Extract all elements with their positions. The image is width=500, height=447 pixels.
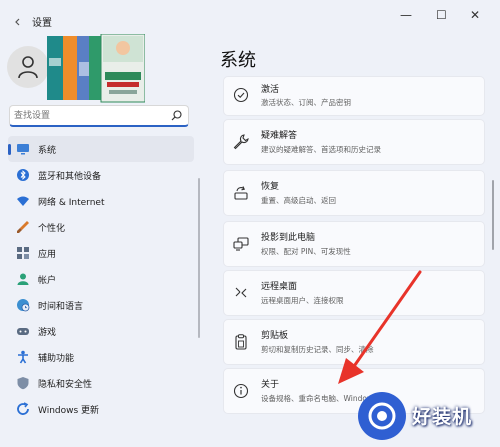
recovery-icon [234,186,248,200]
brush-icon [17,221,29,233]
watermark-logo-icon [358,392,406,440]
card-description: 激活状态、订阅、产品密钥 [261,98,351,107]
books-image [47,34,145,103]
sidebar-item-label: 帐户 [38,276,57,286]
back-icon[interactable] [14,18,22,26]
clipboard-icon [235,334,247,350]
sidebar-item-privacy[interactable]: 隐私和安全性 [8,370,194,396]
apps-icon [17,247,29,259]
sidebar-item-label: 应用 [38,250,57,260]
sidebar-item-accounts[interactable]: 帐户 [8,266,194,292]
card-description: 权限、配对 PIN、可发现性 [261,247,351,256]
sidebar-item-label: Windows 更新 [38,406,100,416]
sidebar-item-label: 个性化 [38,224,66,234]
card-title: 投影到此电脑 [261,233,316,243]
card-title: 剪贴板 [261,331,289,341]
search-input[interactable] [14,108,164,124]
watermark-text: 好装机 [412,406,473,428]
person-icon [17,273,29,285]
wrench-icon [233,134,249,150]
update-icon [17,402,29,415]
sidebar-item-label: 网络 & Internet [38,198,105,208]
shield-icon [17,377,29,390]
close-button[interactable]: ✕ [470,8,480,22]
sidebar-item-bluetooth[interactable]: 蓝牙和其他设备 [8,162,194,188]
sidebar-scrollbar[interactable] [198,178,200,338]
minimize-button[interactable]: — [400,8,412,22]
setting-card-troubleshoot[interactable]: 疑难解答 建议的疑难解答、首选项和历史记录 [223,119,485,165]
sidebar-item-label: 系统 [38,146,57,156]
sidebar-item-label: 游戏 [38,328,57,338]
sidebar-item-label: 蓝牙和其他设备 [38,172,102,182]
sidebar-item-time-language[interactable]: 时间和语言 [8,292,194,318]
projection-icon [233,237,249,251]
annotation-arrow [338,270,422,384]
setting-card-activation[interactable]: 激活 激活状态、订阅、产品密钥 [223,76,485,116]
avatar[interactable] [7,46,49,88]
remote-desktop-icon [235,287,247,298]
accessibility-icon [18,350,28,364]
sidebar-item-gaming[interactable]: 游戏 [8,318,194,344]
card-title: 远程桌面 [261,282,298,292]
sidebar-item-system[interactable]: 系统 [8,136,194,162]
sidebar-item-personalization[interactable]: 个性化 [8,214,194,240]
wifi-icon [17,196,29,206]
sidebar-item-label: 时间和语言 [38,302,84,312]
sidebar-item-accessibility[interactable]: 辅助功能 [8,344,194,370]
card-title: 恢复 [261,182,280,192]
card-title: 激活 [261,85,280,95]
card-description: 建议的疑难解答、首选项和历史记录 [261,145,381,154]
setting-card-projection[interactable]: 投影到此电脑 权限、配对 PIN、可发现性 [223,221,485,267]
card-title: 关于 [261,380,280,390]
card-description: 重置、高级启动、返回 [261,196,336,205]
sidebar-item-apps[interactable]: 应用 [8,240,194,266]
setting-card-recovery[interactable]: 恢复 重置、高级启动、返回 [223,170,485,216]
selection-indicator [8,144,11,155]
monitor-icon [17,144,29,155]
sidebar-item-label: 辅助功能 [38,354,75,364]
window-title: 设置 [32,18,52,29]
card-title: 疑难解答 [261,131,298,141]
sidebar-item-label: 隐私和安全性 [38,380,93,390]
maximize-button[interactable]: ☐ [436,8,447,22]
search-icon[interactable] [171,110,182,121]
info-icon [233,383,249,399]
check-circle-icon [233,87,249,103]
watermark: 好装机 [358,392,498,442]
sidebar-item-network[interactable]: 网络 & Internet [8,188,194,214]
bluetooth-icon [17,169,29,181]
globe-clock-icon [17,299,30,312]
sidebar-item-windows-update[interactable]: Windows 更新 [8,396,194,422]
gamepad-icon [17,328,29,335]
page-title: 系统 [220,50,256,71]
search-box[interactable] [9,105,189,127]
person-icon [18,56,38,79]
content-scrollbar[interactable] [492,180,494,250]
